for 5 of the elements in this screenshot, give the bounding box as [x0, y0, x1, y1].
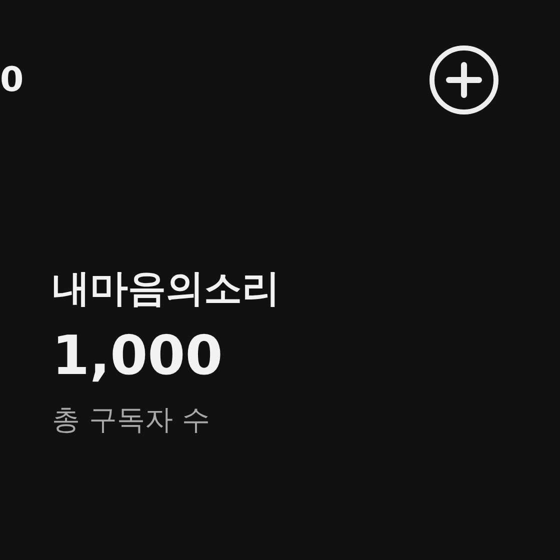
channel-name: 내마음의소리 — [52, 266, 281, 312]
subscriber-label: 총 구독자 수 — [52, 402, 211, 437]
subscriber-count: 1,000 — [52, 326, 224, 385]
header-text: 0 — [0, 63, 24, 97]
add-icon[interactable] — [428, 44, 500, 116]
